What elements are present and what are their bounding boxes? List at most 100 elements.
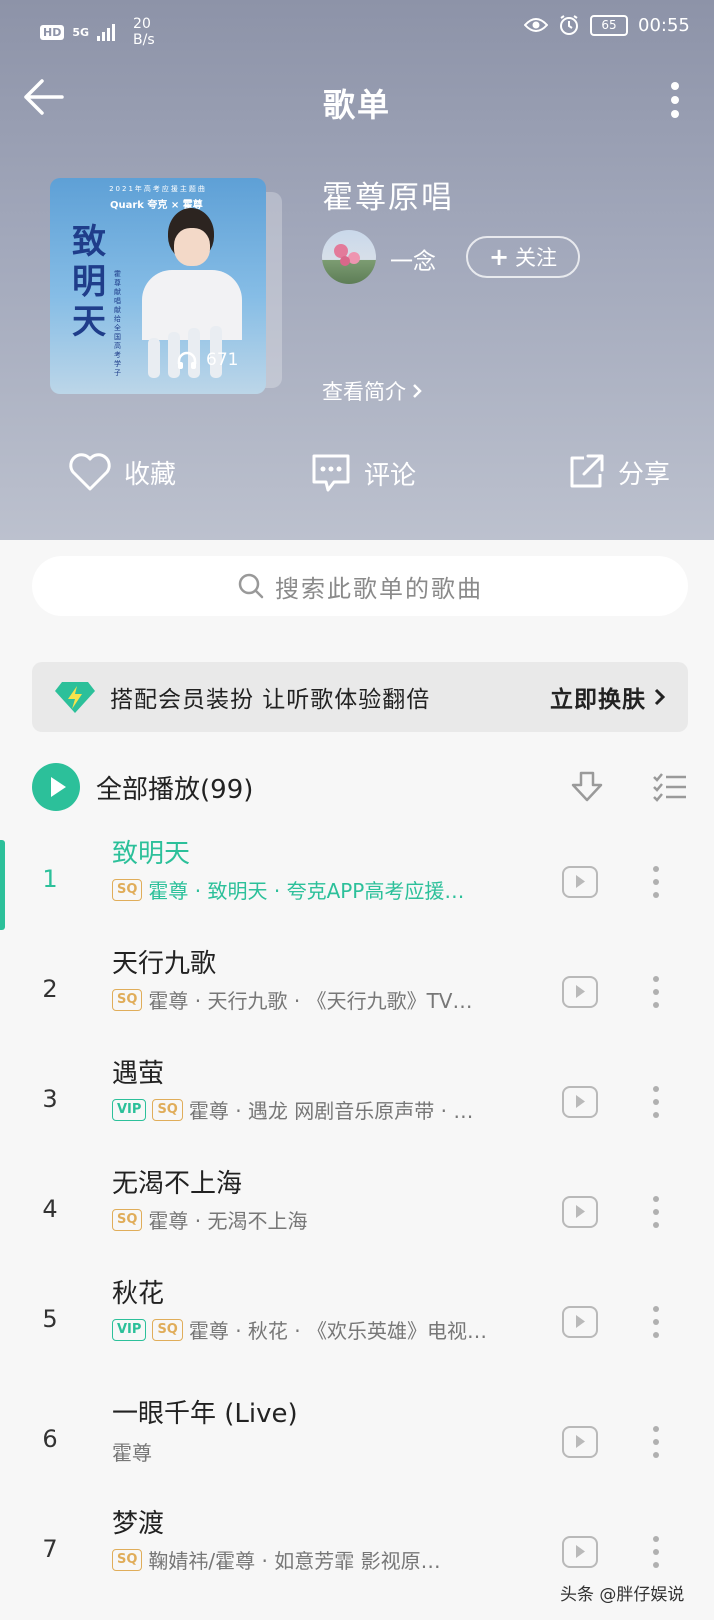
song-number: 1: [42, 865, 58, 893]
play-count-value: 671: [206, 350, 239, 370]
song-more-icon[interactable]: [652, 1305, 660, 1339]
alarm-icon: [560, 15, 578, 35]
playlist-cover[interactable]: 2021年高考应援主题曲 Quark 夸克 × 霍尊 致明天 霍尊献唱 献给全国…: [50, 178, 266, 394]
signal-label: 5G: [72, 25, 90, 39]
song-more-icon[interactable]: [652, 865, 660, 899]
video-play-icon: [576, 875, 585, 888]
song-row[interactable]: 1 致明天 SQ 霍尊 · 致明天 · 夸克APP高考应援…: [0, 825, 714, 935]
play-all-button[interactable]: [32, 763, 80, 811]
song-more-icon[interactable]: [652, 975, 660, 1009]
song-meta: SQ 霍尊 · 致明天 · 夸克APP高考应援…: [112, 875, 464, 904]
page-title: 歌单: [322, 86, 391, 124]
song-subtitle: 霍尊 · 无渴不上海: [148, 1209, 308, 1233]
song-subtitle: 霍尊 · 致明天 · 夸克APP高考应援…: [148, 879, 465, 903]
creator-name[interactable]: 一念: [390, 242, 436, 276]
heart-icon: [69, 453, 111, 491]
song-number: 5: [42, 1305, 58, 1333]
follow-button[interactable]: + 关注: [466, 236, 580, 278]
banner-cta-label: 立即换肤: [550, 687, 646, 713]
clock: 00:55: [638, 14, 690, 36]
more-options-icon[interactable]: [668, 80, 682, 120]
comment-button[interactable]: 评论: [310, 452, 416, 494]
song-number: 7: [42, 1535, 58, 1563]
song-subtitle: 霍尊 · 遇龙 网剧音乐原声带 · …: [188, 1099, 474, 1123]
status-bar-right: 65 00:55: [524, 14, 690, 36]
song-more-icon[interactable]: [652, 1425, 660, 1459]
song-meta: SQ 霍尊 · 无渴不上海: [112, 1205, 308, 1234]
song-number: 6: [42, 1425, 58, 1453]
view-intro-label: 查看简介: [322, 380, 406, 404]
song-row[interactable]: 5 秋花 VIP SQ 霍尊 · 秋花 · 《欢乐英雄》电视…: [0, 1265, 714, 1375]
song-meta: SQ 鞠婧祎/霍尊 · 如意芳霏 影视原…: [112, 1545, 441, 1574]
banner-text: 搭配会员装扮 让听歌体验翻倍: [110, 687, 431, 713]
chevron-right-icon: [654, 688, 666, 706]
net-speed-value: 20: [133, 16, 151, 32]
playlist-name: 霍尊原唱: [322, 180, 454, 216]
mv-play-button[interactable]: [562, 1086, 598, 1118]
play-count: 671: [176, 350, 238, 370]
plus-icon: +: [488, 243, 510, 271]
song-title: 梦渡: [112, 1509, 165, 1539]
diamond-lightning-icon: [55, 682, 95, 713]
song-row[interactable]: 6 一眼千年 (Live) 霍尊: [0, 1385, 714, 1495]
mv-play-button[interactable]: [562, 976, 598, 1008]
vip-badge: VIP: [112, 1318, 147, 1341]
share-button[interactable]: 分享: [566, 452, 670, 492]
song-subtitle: 霍尊 · 秋花 · 《欢乐英雄》电视…: [188, 1319, 488, 1343]
song-row[interactable]: 2 天行九歌 SQ 霍尊 · 天行九歌 · 《天行九歌》TV…: [0, 935, 714, 1045]
skin-promo-banner[interactable]: 搭配会员装扮 让听歌体验翻倍 立即换肤: [32, 662, 688, 732]
net-speed-unit: B/s: [133, 32, 155, 48]
mv-play-button[interactable]: [562, 866, 598, 898]
share-label: 分享: [618, 459, 671, 490]
video-play-icon: [576, 985, 585, 998]
cover-caption: 霍尊献唱 献给全国高考学子: [114, 270, 121, 377]
play-all-row: 全部播放(99): [32, 762, 688, 812]
song-row[interactable]: 4 无渴不上海 SQ 霍尊 · 无渴不上海: [0, 1155, 714, 1265]
song-meta: VIP SQ 霍尊 · 秋花 · 《欢乐英雄》电视…: [112, 1315, 487, 1344]
video-play-icon: [576, 1315, 585, 1328]
song-more-icon[interactable]: [652, 1195, 660, 1229]
song-more-icon[interactable]: [652, 1535, 660, 1569]
search-bar[interactable]: 搜索此歌单的歌曲: [32, 556, 688, 616]
song-title: 无渴不上海: [112, 1169, 243, 1199]
mv-play-button[interactable]: [562, 1306, 598, 1338]
song-meta: 霍尊: [112, 1437, 152, 1466]
sq-badge: SQ: [152, 1098, 183, 1121]
view-intro-link[interactable]: 查看简介: [322, 376, 422, 406]
play-all-label[interactable]: 全部播放(99): [96, 769, 253, 806]
net-speed: 20 B/s: [133, 16, 155, 48]
song-title: 致明天: [112, 839, 191, 869]
sq-badge: SQ: [112, 1208, 143, 1231]
video-play-icon: [576, 1545, 585, 1558]
song-row[interactable]: 3 遇萤 VIP SQ 霍尊 · 遇龙 网剧音乐原声带 · …: [0, 1045, 714, 1155]
cover-singer-face: [174, 228, 210, 266]
multi-select-icon[interactable]: [652, 772, 688, 802]
song-more-icon[interactable]: [652, 1085, 660, 1119]
mv-play-button[interactable]: [562, 1536, 598, 1568]
hd-badge: HD: [40, 24, 65, 40]
video-play-icon: [576, 1205, 585, 1218]
battery-icon: 65: [590, 14, 628, 36]
creator-avatar[interactable]: [322, 230, 376, 284]
song-title: 遇萤: [112, 1059, 165, 1089]
comment-label: 评论: [364, 460, 417, 491]
headphones-icon: [177, 351, 197, 369]
mv-play-button[interactable]: [562, 1426, 598, 1458]
status-bar-left: HD 5G 20 B/s: [40, 16, 155, 48]
follow-label: 关注: [515, 246, 558, 270]
collect-button[interactable]: 收藏: [68, 452, 176, 492]
sq-badge: SQ: [112, 878, 143, 901]
mv-play-button[interactable]: [562, 1196, 598, 1228]
collect-label: 收藏: [124, 459, 177, 490]
song-number: 2: [42, 975, 58, 1003]
eye-icon: [524, 18, 548, 32]
song-title: 天行九歌: [112, 949, 217, 979]
search-icon: [238, 573, 264, 599]
download-icon[interactable]: [570, 770, 604, 804]
banner-cta[interactable]: 立即换肤: [550, 680, 666, 714]
search-placeholder: 搜索此歌单的歌曲: [275, 574, 483, 603]
video-play-icon: [576, 1095, 585, 1108]
chevron-right-icon: [413, 384, 422, 398]
video-play-icon: [576, 1435, 585, 1448]
song-subtitle: 鞠婧祎/霍尊 · 如意芳霏 影视原…: [148, 1549, 441, 1573]
